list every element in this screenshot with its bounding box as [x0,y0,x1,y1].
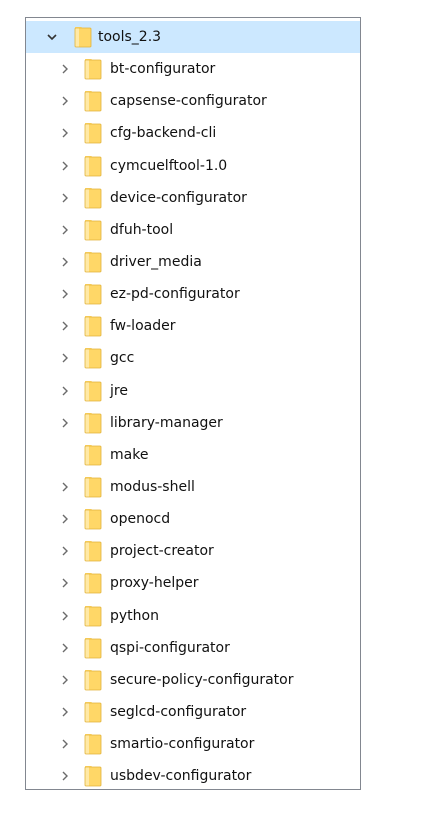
folder-icon [84,572,102,594]
tree-item-label: capsense-configurator [110,93,267,110]
tree-item-fw-loader[interactable]: fw-loader [26,310,360,342]
folder-icon [84,669,102,691]
tree-item-ez-pd-configurator[interactable]: ez-pd-configurator [26,278,360,310]
tree-item-usbdev-configurator[interactable]: usbdev-configurator [26,760,360,789]
tree-item-proxy-helper[interactable]: proxy-helper [26,567,360,599]
chevron-right-icon[interactable] [58,480,72,494]
folder-icon [84,444,102,466]
tree-item-cymcuelftool-1-0[interactable]: cymcuelftool-1.0 [26,150,360,182]
folder-icon [84,315,102,337]
tree-item-seglcd-configurator[interactable]: seglcd-configurator [26,696,360,728]
tree-item-label: device-configurator [110,189,247,206]
tree-item-qspi-configurator[interactable]: qspi-configurator [26,632,360,664]
chevron-right-icon[interactable] [58,223,72,237]
folder-icon [84,733,102,755]
folder-icon [84,765,102,787]
tree-item-label: bt-configurator [110,61,216,78]
folder-icon [84,701,102,723]
folder-icon [84,155,102,177]
tree-item-driver-media[interactable]: driver_media [26,246,360,278]
folder-icon [84,637,102,659]
tree-item-make[interactable]: make [26,439,360,471]
tree-item-label: project-creator [110,543,214,560]
folder-icon [84,251,102,273]
chevron-right-icon[interactable] [58,287,72,301]
folder-icon [84,412,102,434]
chevron-right-icon[interactable] [58,191,72,205]
tree-item-capsense-configurator[interactable]: capsense-configurator [26,85,360,117]
chevron-right-icon[interactable] [58,255,72,269]
folder-tree: tools_2.3 bt-configurator capsense-config… [26,21,360,789]
chevron-down-icon[interactable] [45,30,59,44]
tree-item-label: ez-pd-configurator [110,286,240,303]
folder-icon [84,122,102,144]
folder-icon [84,58,102,80]
chevron-right-icon[interactable] [58,384,72,398]
chevron-right-icon[interactable] [58,544,72,558]
tree-item-bt-configurator[interactable]: bt-configurator [26,53,360,85]
tree-item-device-configurator[interactable]: device-configurator [26,182,360,214]
tree-item-label: openocd [110,511,171,528]
chevron-right-icon[interactable] [58,319,72,333]
tree-item-modus-shell[interactable]: modus-shell [26,471,360,503]
chevron-right-icon[interactable] [58,769,72,783]
tree-item-label: proxy-helper [110,575,199,592]
tree-item-label: secure-policy-configurator [110,671,294,688]
folder-icon [84,540,102,562]
tree-item-jre[interactable]: jre [26,375,360,407]
tree-item-label: make [110,446,149,463]
tree-item-label: modus-shell [110,479,195,496]
tree-item-label: seglcd-configurator [110,704,247,721]
tree-item-secure-policy-configurator[interactable]: secure-policy-configurator [26,664,360,696]
chevron-right-icon[interactable] [58,512,72,526]
folder-icon [84,380,102,402]
tree-item-python[interactable]: python [26,600,360,632]
tree-item-smartio-configurator[interactable]: smartio-configurator [26,728,360,760]
chevron-right-icon[interactable] [58,62,72,76]
tree-item-dfuh-tool[interactable]: dfuh-tool [26,214,360,246]
tree-item-label: gcc [110,350,135,367]
chevron-right-icon[interactable] [58,416,72,430]
tree-item-project-creator[interactable]: project-creator [26,535,360,567]
tree-item-label: dfuh-tool [110,221,174,238]
folder-icon [84,476,102,498]
folder-icon [84,187,102,209]
tree-item-library-manager[interactable]: library-manager [26,407,360,439]
tree-item-label: qspi-configurator [110,639,230,656]
chevron-right-icon[interactable] [58,609,72,623]
folder-icon [84,605,102,627]
folder-icon [84,508,102,530]
chevron-right-icon[interactable] [58,705,72,719]
tree-item-label: driver_media [110,254,202,271]
tree-item-label: python [110,607,159,624]
chevron-right-icon[interactable] [58,737,72,751]
tree-item-label: jre [110,382,128,399]
tree-item-label: cymcuelftool-1.0 [110,157,228,174]
folder-icon [74,26,92,48]
tree-item-label: tools_2.3 [98,29,162,46]
folder-icon [84,283,102,305]
chevron-right-icon[interactable] [58,641,72,655]
folder-icon [84,90,102,112]
tree-item-cfg-backend-cli[interactable]: cfg-backend-cli [26,117,360,149]
chevron-right-icon[interactable] [58,576,72,590]
tree-item-openocd[interactable]: openocd [26,503,360,535]
tree-item-label: library-manager [110,414,223,431]
tree-item-tools-2-3[interactable]: tools_2.3 [26,21,360,54]
chevron-right-icon[interactable] [58,94,72,108]
tree-item-gcc[interactable]: gcc [26,342,360,374]
tree-item-label: smartio-configurator [110,736,255,753]
folder-icon [84,347,102,369]
folder-tree-panel: tools_2.3 bt-configurator capsense-config… [25,17,361,790]
folder-icon [84,219,102,241]
tree-item-label: cfg-backend-cli [110,125,217,142]
chevron-right-icon[interactable] [58,351,72,365]
chevron-right-icon[interactable] [58,126,72,140]
chevron-right-icon[interactable] [58,159,72,173]
chevron-right-icon[interactable] [58,673,72,687]
tree-item-label: fw-loader [110,318,176,335]
tree-item-label: usbdev-configurator [110,768,252,785]
